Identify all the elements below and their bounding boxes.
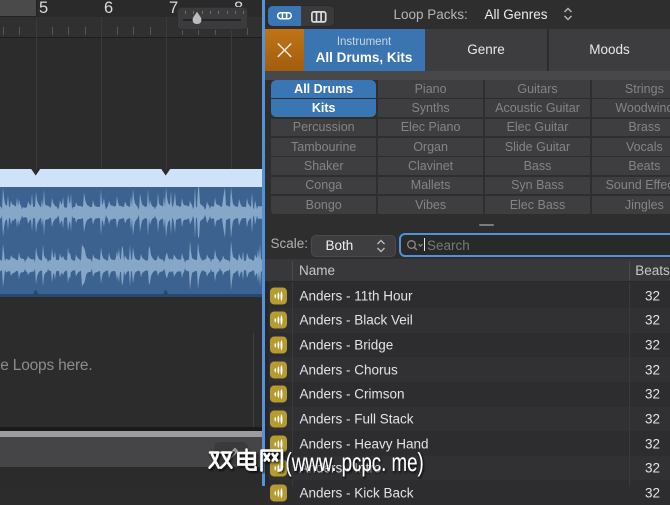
svg-text:(www. pcpc. me): (www. pcpc. me) — [286, 447, 424, 477]
